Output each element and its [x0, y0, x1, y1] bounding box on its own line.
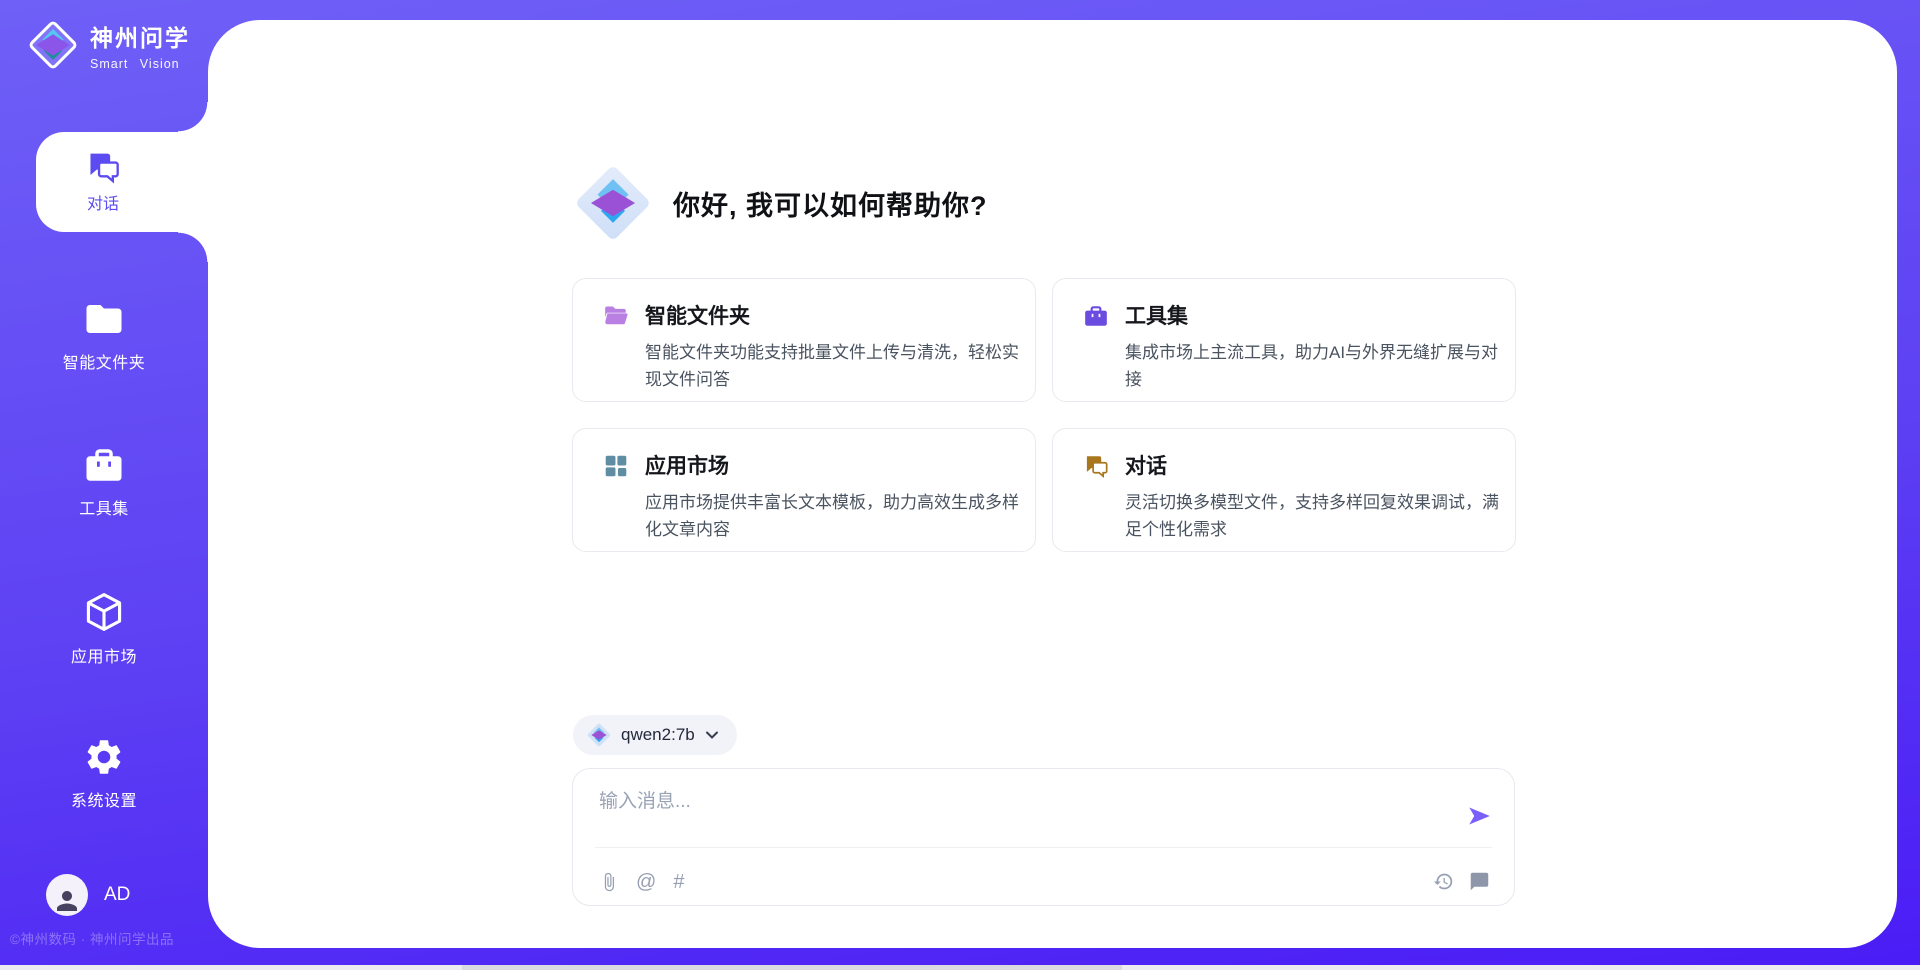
card-body: 智能文件夹 智能文件夹功能支持批量文件上传与清洗，轻松实现文件问答 [645, 300, 1025, 401]
sidebar: 神州问学 Smart Vision 对话 智能文件夹 工具集 [0, 0, 208, 970]
sidebar-item-chat[interactable]: 对话 [36, 132, 208, 232]
composer-divider [595, 847, 1492, 848]
grid-tiles-icon [603, 453, 629, 479]
tab-fillet-top [178, 102, 208, 132]
chat-bubbles-icon [85, 150, 121, 184]
message-input[interactable] [599, 786, 1419, 838]
greeting-title: 你好, 我可以如何帮助你? [673, 184, 988, 223]
sidebar-item-label: 应用市场 [71, 643, 137, 667]
folder-icon [83, 298, 125, 340]
assistant-logo-icon [575, 165, 651, 241]
card-title: 工具集 [1125, 300, 1505, 330]
sidebar-item-label: 工具集 [79, 495, 129, 519]
app-screen: 神州问学 Smart Vision 对话 智能文件夹 工具集 [0, 0, 1920, 970]
chevron-down-icon [705, 730, 719, 740]
brand-subtitle: Smart Vision [90, 57, 190, 71]
cube-icon [82, 590, 126, 634]
message-composer: @ # [572, 768, 1515, 906]
folder-open-icon [603, 303, 629, 329]
feature-cards: 智能文件夹 智能文件夹功能支持批量文件上传与清洗，轻松实现文件问答 工具集 集成… [572, 278, 1516, 552]
composer-tools-right [1433, 871, 1490, 892]
person-icon [52, 886, 82, 916]
card-body: 对话 灵活切换多模型文件，支持多样回复效果调试，满足个性化需求 [1125, 450, 1505, 551]
composer-tools-left: @ # [599, 871, 684, 893]
sidebar-item-settings[interactable]: 系统设置 [0, 736, 208, 811]
toolbox-icon [83, 444, 125, 486]
chat-square-icon[interactable] [1469, 871, 1490, 892]
history-icon[interactable] [1433, 871, 1454, 892]
scrollbar-thumb[interactable] [462, 965, 1122, 970]
briefcase-icon [1083, 303, 1109, 329]
card-description: 灵活切换多模型文件，支持多样回复效果调试，满足个性化需求 [1125, 489, 1505, 543]
brand-name: 神州问学 [90, 19, 190, 53]
mention-icon[interactable]: @ [636, 871, 656, 893]
card-body: 工具集 集成市场上主流工具，助力AI与外界无缝扩展与对接 [1125, 300, 1505, 401]
card-body: 应用市场 应用市场提供丰富长文本模板，助力高效生成多样化文章内容 [645, 450, 1025, 551]
sidebar-item-app-market[interactable]: 应用市场 [0, 590, 208, 667]
copyright: ©神州数码 · 神州问学出品 [10, 928, 210, 948]
horizontal-scrollbar[interactable] [0, 965, 1920, 970]
card-app-market[interactable]: 应用市场 应用市场提供丰富长文本模板，助力高效生成多样化文章内容 [572, 428, 1036, 552]
greeting: 你好, 我可以如何帮助你? [575, 165, 988, 241]
card-smart-folder[interactable]: 智能文件夹 智能文件夹功能支持批量文件上传与清洗，轻松实现文件问答 [572, 278, 1036, 402]
brand: 神州问学 Smart Vision [26, 18, 190, 72]
brand-logo-icon [26, 18, 80, 72]
sidebar-item-label: 智能文件夹 [63, 349, 146, 373]
main-panel: 你好, 我可以如何帮助你? 智能文件夹 智能文件夹功能支持批量文件上传与清洗，轻… [208, 20, 1897, 948]
card-toolset[interactable]: 工具集 集成市场上主流工具，助力AI与外界无缝扩展与对接 [1052, 278, 1516, 402]
sidebar-item-label: 对话 [87, 190, 119, 214]
avatar [46, 874, 88, 916]
sidebar-item-label: 系统设置 [71, 787, 137, 811]
model-diamond-icon [587, 723, 611, 747]
chat-bubbles-icon [1083, 453, 1109, 479]
gear-icon [83, 736, 125, 778]
card-description: 应用市场提供丰富长文本模板，助力高效生成多样化文章内容 [645, 489, 1025, 543]
model-name: qwen2:7b [621, 725, 695, 745]
sidebar-item-toolset[interactable]: 工具集 [0, 444, 208, 519]
send-button[interactable] [1464, 801, 1494, 831]
card-title: 应用市场 [645, 450, 1025, 480]
paperclip-icon[interactable] [599, 872, 619, 892]
model-selector[interactable]: qwen2:7b [573, 715, 737, 755]
hash-icon[interactable]: # [673, 871, 684, 893]
user-initials: AD [104, 884, 130, 906]
user-account[interactable]: AD [46, 874, 130, 916]
sidebar-item-smart-folder[interactable]: 智能文件夹 [0, 298, 208, 373]
send-icon [1466, 803, 1492, 829]
card-description: 智能文件夹功能支持批量文件上传与清洗，轻松实现文件问答 [645, 339, 1025, 393]
brand-text: 神州问学 Smart Vision [90, 19, 190, 71]
card-title: 对话 [1125, 450, 1505, 480]
tab-fillet-bottom [178, 232, 208, 262]
card-description: 集成市场上主流工具，助力AI与外界无缝扩展与对接 [1125, 339, 1505, 393]
card-title: 智能文件夹 [645, 300, 1025, 330]
card-chat[interactable]: 对话 灵活切换多模型文件，支持多样回复效果调试，满足个性化需求 [1052, 428, 1516, 552]
